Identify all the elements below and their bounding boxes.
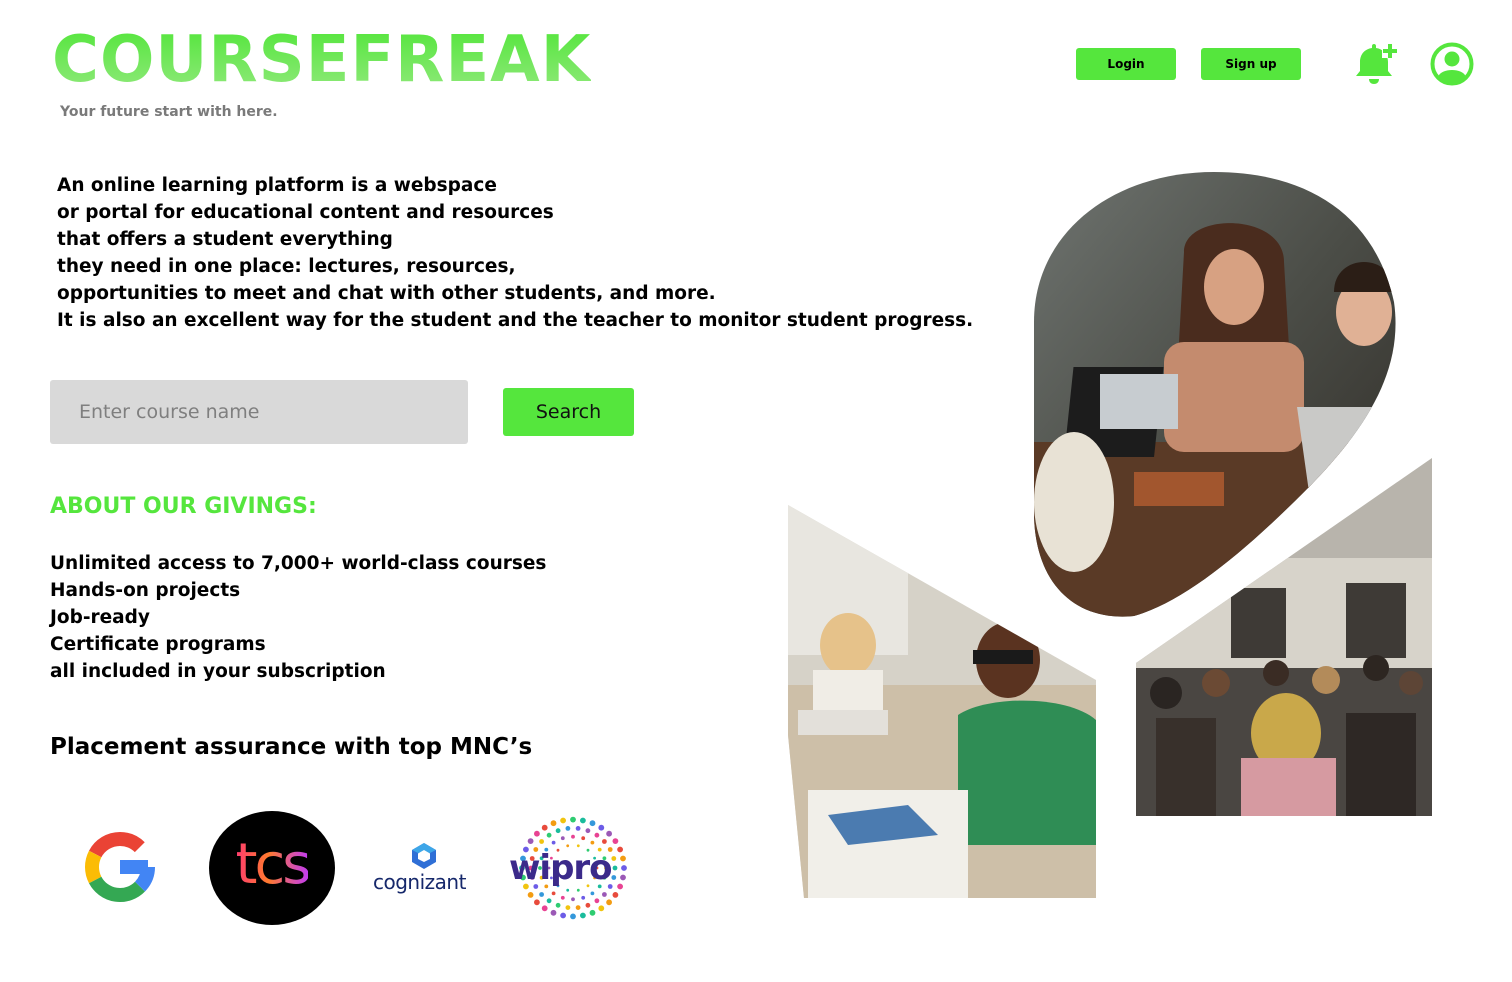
- signup-button[interactable]: Sign up: [1201, 48, 1301, 80]
- intro-paragraph: An online learning platform is a webspac…: [57, 172, 973, 334]
- google-logo: [80, 827, 160, 907]
- cognizant-logo: cognizant: [370, 840, 478, 900]
- brand-title[interactable]: COURSEFREAK: [52, 28, 591, 92]
- intro-line: opportunities to meet and chat with othe…: [57, 283, 716, 304]
- about-heading: ABOUT OUR GIVINGS:: [50, 494, 317, 519]
- wipro-logo: wipro: [507, 810, 635, 926]
- about-list-item: Hands-on projects: [50, 580, 241, 601]
- user-avatar-icon[interactable]: [1430, 42, 1474, 86]
- intro-line: or portal for educational content and re…: [57, 202, 554, 223]
- intro-line: It is also an excellent way for the stud…: [57, 310, 974, 331]
- bell-plus-icon[interactable]: [1350, 42, 1398, 88]
- about-list-item: all included in your subscription: [50, 661, 386, 682]
- about-list-item: Job-ready: [50, 607, 150, 628]
- intro-line: An online learning platform is a webspac…: [57, 175, 497, 196]
- login-button[interactable]: Login: [1076, 48, 1176, 80]
- cognizant-mark-icon: [412, 843, 436, 869]
- brand: COURSEFREAK Your future start with here.: [52, 28, 591, 120]
- course-search-input[interactable]: [50, 380, 468, 444]
- intro-line: they need in one place: lectures, resour…: [57, 256, 516, 277]
- intro-line: that offers a student everything: [57, 229, 393, 250]
- about-list-item: Certificate programs: [50, 634, 266, 655]
- placement-heading: Placement assurance with top MNC’s: [50, 734, 533, 760]
- wipro-logo-text: wipro: [509, 848, 613, 888]
- classroom-audience-photo: [1136, 458, 1432, 816]
- about-list: Unlimited access to 7,000+ world-class c…: [50, 550, 546, 685]
- cognizant-logo-text: cognizant: [373, 870, 466, 894]
- tcs-logo-text: tcs: [235, 832, 312, 897]
- search-button[interactable]: Search: [503, 388, 634, 436]
- brand-tagline: Your future start with here.: [60, 104, 278, 120]
- kids-drawing-photo: [788, 505, 1096, 898]
- about-list-item: Unlimited access to 7,000+ world-class c…: [50, 553, 547, 574]
- tcs-logo: tcs: [209, 811, 335, 925]
